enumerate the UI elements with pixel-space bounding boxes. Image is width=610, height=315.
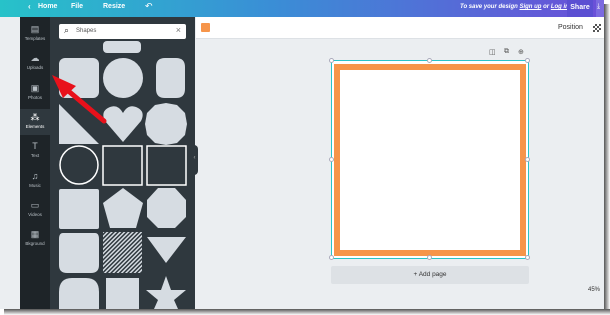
annotation-arrow (52, 75, 107, 124)
shadow-bottom (4, 309, 610, 315)
shadow-right (604, 4, 610, 315)
canva-editor: ‹ Home File Resize ↶ To save your design… (0, 0, 604, 309)
